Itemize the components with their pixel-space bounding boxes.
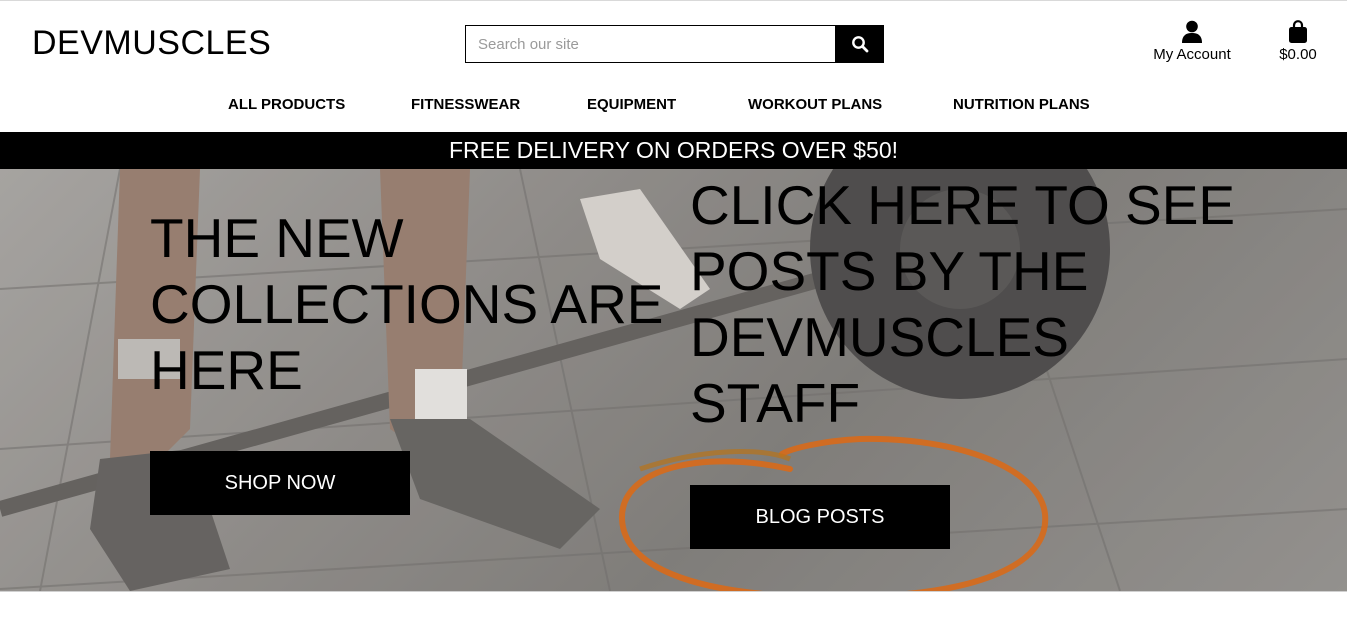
site-logo[interactable]: DEVMUSCLES [32,24,271,63]
search-icon [851,36,868,53]
user-icon [1182,20,1202,43]
hero-bottom-divider [0,591,1347,592]
shopping-bag-icon [1289,20,1307,43]
nav-item-all-products[interactable]: ALL PRODUCTS [228,96,345,113]
cart-total: $0.00 [1279,46,1317,63]
search-form [465,25,884,63]
blog-posts-button[interactable]: BLOG POSTS [690,485,950,549]
hero-blog-heading: CLICK HERE TO SEE POSTS BY THE DEVMUSCLE… [690,174,1236,434]
shop-now-button[interactable]: SHOP NOW [150,451,410,515]
my-account-link[interactable]: My Account [1146,20,1238,63]
search-input[interactable] [465,25,835,63]
main-nav: ALL PRODUCTS FITNESSWEAR EQUIPMENT WORKO… [0,92,1347,120]
my-account-label: My Account [1153,46,1231,63]
site-header: DEVMUSCLES My Account $0.00 ALL [0,4,1347,132]
nav-item-workout-plans[interactable]: WORKOUT PLANS [748,96,882,113]
hero-collections-heading: THE NEW COLLECTIONS ARE HERE [150,207,664,401]
hero-section: THE NEW COLLECTIONS ARE HERE SHOP NOW CL… [0,169,1347,591]
search-button[interactable] [835,25,884,63]
nav-item-equipment[interactable]: EQUIPMENT [587,96,676,113]
cart-link[interactable]: $0.00 [1270,20,1326,63]
nav-item-fitnesswear[interactable]: FITNESSWEAR [411,96,520,113]
nav-item-nutrition-plans[interactable]: NUTRITION PLANS [953,96,1090,113]
delivery-banner: FREE DELIVERY ON ORDERS OVER $50! [0,132,1347,169]
